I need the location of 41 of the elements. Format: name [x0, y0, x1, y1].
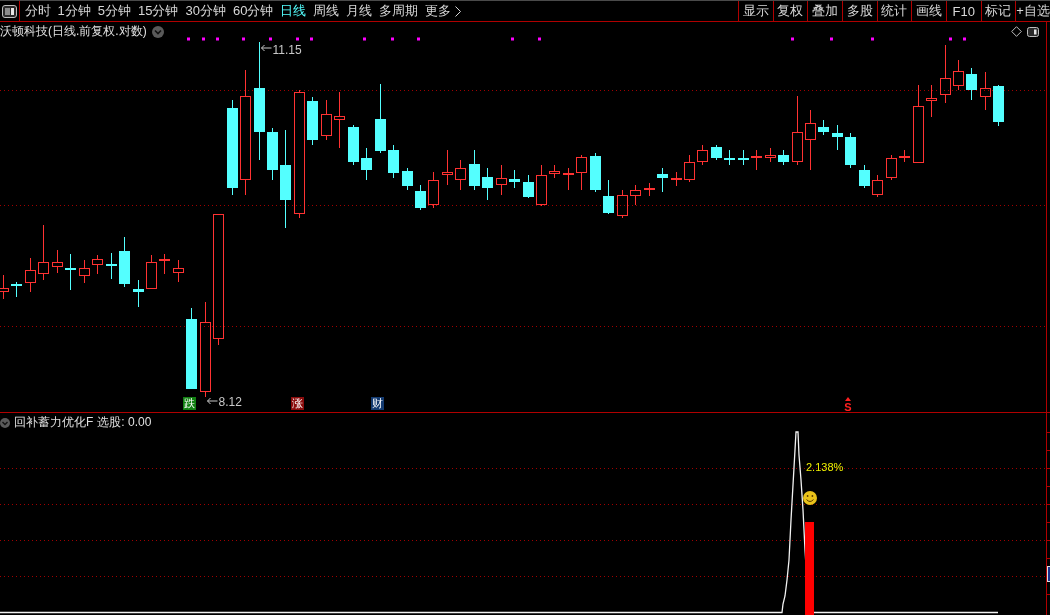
toolbar-button[interactable]: 标记 — [980, 1, 1016, 21]
event-tag: 涨 — [291, 397, 304, 410]
event-tag: 跌 — [183, 397, 196, 410]
more-menu-tab[interactable]: 更多 — [421, 1, 465, 21]
panel-toggle-icon[interactable] — [2, 4, 17, 18]
period-tab[interactable]: 多周期 — [375, 1, 422, 21]
caret-up-icon — [845, 397, 851, 401]
toolbar-button[interactable]: 多股 — [841, 1, 877, 21]
high-price-label: 11.15 — [272, 43, 302, 57]
chevron-down-icon[interactable] — [151, 25, 164, 38]
period-tab[interactable]: 60分钟 — [229, 1, 277, 21]
period-tab[interactable]: 日线 — [276, 1, 310, 21]
percent-label: 2.138% — [806, 461, 844, 473]
chevron-down-icon[interactable] — [0, 417, 10, 428]
toolbar-button[interactable]: 显示 — [737, 1, 773, 21]
toolbar-button[interactable]: F10 — [945, 1, 981, 21]
smiley-icon — [803, 491, 817, 505]
period-tab[interactable]: 1分钟 — [54, 1, 95, 21]
low-price-label: 8.12 — [218, 395, 242, 409]
period-tab[interactable]: 分时 — [21, 1, 54, 21]
chart-title: 沃顿科技(日线.前复权.对数) — [0, 23, 147, 40]
period-tab[interactable]: 15分钟 — [134, 1, 182, 21]
diamond-icon[interactable] — [1011, 26, 1022, 37]
leader-arrow-icon — [207, 397, 218, 405]
toolbar-button[interactable]: 画线 — [911, 1, 946, 21]
axis-value-tag — [1047, 566, 1050, 582]
period-tab[interactable]: 周线 — [309, 1, 343, 21]
chevron-right-icon — [455, 5, 462, 17]
toolbar-button[interactable]: 复权 — [772, 1, 808, 21]
signal-label: S — [844, 401, 852, 412]
indicator-reading: 选股: 0.00 — [97, 414, 152, 431]
indicator-name: 回补蓄力优化F — [14, 414, 94, 431]
panel-toggle-icon[interactable] — [1027, 26, 1039, 37]
event-tag: 财 — [371, 397, 384, 410]
toolbar-button[interactable]: +自选 — [1015, 1, 1050, 21]
period-tab[interactable]: 月线 — [342, 1, 376, 21]
period-tab[interactable]: 30分钟 — [181, 1, 230, 21]
leader-arrow-icon — [261, 44, 272, 52]
toolbar-button[interactable]: 叠加 — [807, 1, 842, 21]
toolbar-button[interactable]: 统计 — [876, 1, 912, 21]
period-tab[interactable]: 5分钟 — [94, 1, 135, 21]
